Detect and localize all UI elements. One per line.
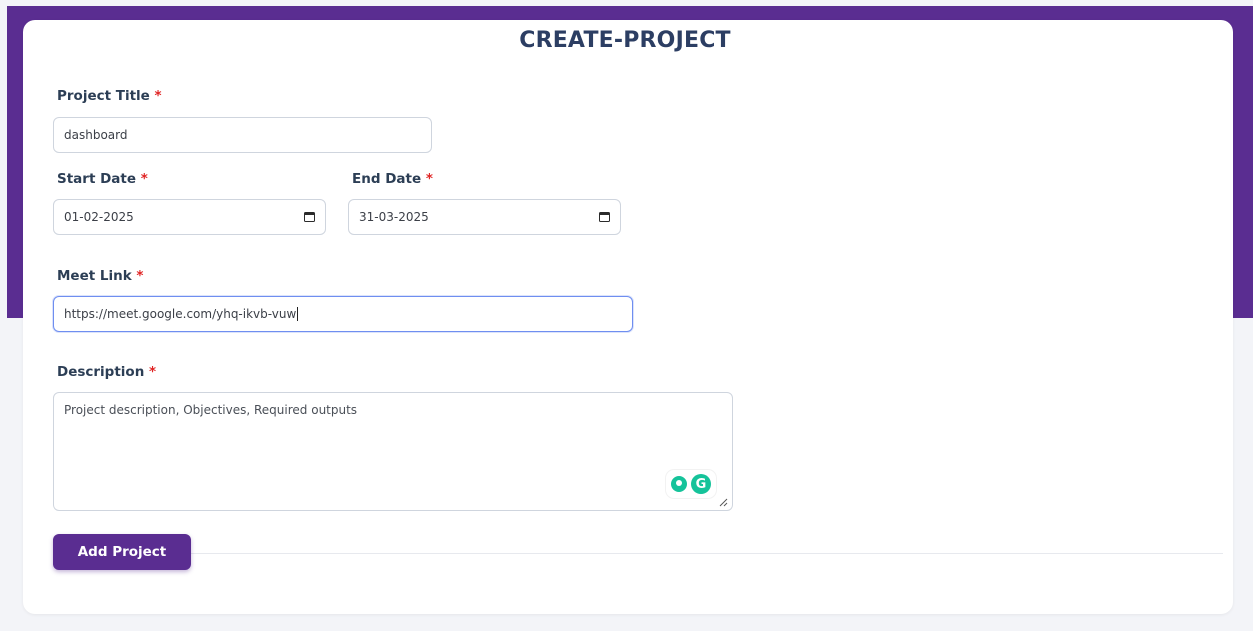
- required-marker: *: [140, 171, 148, 187]
- grammarly-widget[interactable]: G: [666, 470, 716, 498]
- description-placeholder: Project description, Objectives, Require…: [64, 403, 358, 417]
- description-label: Description *: [57, 364, 156, 380]
- calendar-icon[interactable]: [304, 212, 315, 222]
- description-label-text: Description: [57, 364, 145, 380]
- project-title-label: Project Title *: [57, 88, 162, 104]
- start-date-value: 01-02-2025: [64, 210, 134, 224]
- page-title: CREATE-PROJECT: [519, 28, 731, 53]
- project-title-value: dashboard: [64, 128, 128, 142]
- add-project-button[interactable]: Add Project: [53, 534, 191, 570]
- project-title-label-text: Project Title: [57, 88, 150, 104]
- description-textarea[interactable]: Project description, Objectives, Require…: [53, 392, 733, 511]
- calendar-icon[interactable]: [599, 212, 610, 222]
- required-marker: *: [425, 171, 433, 187]
- meet-link-label-text: Meet Link: [57, 268, 132, 284]
- lightbulb-icon[interactable]: [671, 476, 687, 492]
- project-title-input[interactable]: dashboard: [53, 117, 432, 153]
- required-marker: *: [136, 268, 144, 284]
- end-date-value: 31-03-2025: [359, 210, 429, 224]
- required-marker: *: [149, 364, 157, 380]
- end-date-label: End Date *: [352, 171, 433, 187]
- start-date-input[interactable]: 01-02-2025: [53, 199, 326, 235]
- meet-link-label: Meet Link *: [57, 268, 143, 284]
- end-date-input[interactable]: 31-03-2025: [348, 199, 621, 235]
- text-cursor: [297, 307, 299, 321]
- resize-handle-icon[interactable]: [718, 497, 728, 507]
- form-divider: [190, 553, 1223, 554]
- meet-link-input[interactable]: https://meet.google.com/yhq-ikvb-vuw: [53, 296, 633, 332]
- end-date-label-text: End Date: [352, 171, 422, 187]
- start-date-label: Start Date *: [57, 171, 148, 187]
- required-marker: *: [154, 88, 162, 104]
- grammarly-icon[interactable]: G: [691, 474, 711, 494]
- start-date-label-text: Start Date: [57, 171, 137, 187]
- meet-link-value: https://meet.google.com/yhq-ikvb-vuw: [64, 307, 297, 321]
